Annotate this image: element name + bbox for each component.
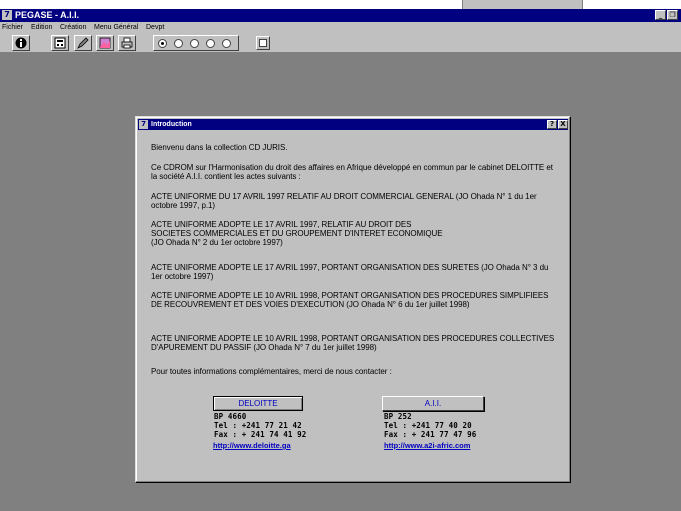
info-button[interactable] [12, 35, 30, 51]
menu-fichier[interactable]: Fichier [2, 22, 23, 33]
image-icon [99, 37, 111, 49]
intro-paragraph: Ce CDROM sur l'Harmonisation du droit de… [151, 163, 553, 181]
view-mode-radio-5[interactable] [222, 39, 231, 48]
acte-paragraph: ACTE UNIFORME ADOPTE LE 17 AVRIL 1997, R… [151, 220, 443, 247]
checkbox-box [259, 39, 267, 47]
calculator-icon [54, 37, 66, 49]
menu-bar: Fichier Edition Création Menu Général De… [0, 22, 681, 33]
help-button[interactable]: ? [547, 120, 557, 129]
contact-tel: Tel : +241 77 21 42 [214, 421, 302, 430]
view-mode-radio-1[interactable] [158, 39, 167, 48]
view-mode-radio-4[interactable] [206, 39, 215, 48]
contact-prompt: Pour toutes informations complémentaires… [151, 367, 392, 376]
introduction-dialog: 7 Introduction ? X Bienvenu dans la coll… [135, 116, 571, 483]
menu-devpt[interactable]: Devpt [146, 22, 164, 33]
checkbox-toggle[interactable] [256, 36, 270, 50]
contact-bp: BP 252 [384, 412, 412, 421]
view-mode-radio-group [153, 35, 239, 51]
app-window: 7 PEGASE - A.I.I. _ ❐ Fichier Edition Cr… [0, 9, 681, 511]
app-title: PEGASE - A.I.I. [15, 10, 80, 20]
minimize-button[interactable]: _ [655, 10, 666, 20]
intro-paragraph: Bienvenu dans la collection CD JURIS. [151, 143, 288, 152]
deloitte-website-link[interactable]: http://www.deloitte.ga [213, 442, 291, 450]
menu-edition[interactable]: Edition [31, 22, 52, 33]
acte-paragraph: ACTE UNIFORME DU 17 AVRIL 1997 RELATIF A… [151, 192, 537, 210]
background-window [582, 0, 681, 9]
image-button[interactable] [96, 35, 114, 51]
contact-fax: Fax : + 241 74 41 92 [214, 430, 307, 439]
edit-icon [77, 37, 89, 49]
edit-button[interactable] [74, 35, 92, 51]
background-window [462, 0, 582, 9]
acte-paragraph: ACTE UNIFORME ADOPTE LE 10 AVRIL 1998, P… [151, 334, 555, 352]
app-logo-icon: 7 [139, 120, 148, 129]
view-mode-radio-2[interactable] [174, 39, 183, 48]
close-button[interactable]: X [558, 120, 568, 129]
contact-fax: Fax : + 241 77 47 96 [384, 430, 477, 439]
acte-paragraph: ACTE UNIFORME ADOPTE LE 17 AVRIL 1997, P… [151, 263, 549, 281]
app-title-bar[interactable]: 7 PEGASE - A.I.I. _ ❐ [0, 9, 681, 22]
dialog-title-bar[interactable]: 7 Introduction ? X [138, 119, 568, 130]
info-icon [15, 37, 27, 49]
aii-website-link[interactable]: http://www.a2i-afric.com [384, 442, 470, 450]
print-button[interactable] [118, 35, 136, 51]
aii-button[interactable]: A.I.I. [382, 396, 484, 411]
contact-bp: BP 4660 [214, 412, 247, 421]
maximize-button[interactable]: ❐ [667, 10, 678, 20]
menu-general[interactable]: Menu Général [94, 22, 138, 33]
deloitte-button[interactable]: DELOITTE [213, 396, 303, 411]
calculator-button[interactable] [51, 35, 69, 51]
menu-creation[interactable]: Création [60, 22, 86, 33]
print-icon [121, 37, 133, 49]
dialog-title: Introduction [151, 121, 192, 128]
app-logo-icon: 7 [2, 10, 12, 20]
background-windows-strip [0, 0, 681, 9]
view-mode-radio-3[interactable] [190, 39, 199, 48]
toolbar [0, 33, 681, 53]
contact-tel: Tel : +241 77 40 20 [384, 421, 472, 430]
acte-paragraph: ACTE UNIFORME ADOPTE LE 10 AVRIL 1998, P… [151, 291, 549, 309]
